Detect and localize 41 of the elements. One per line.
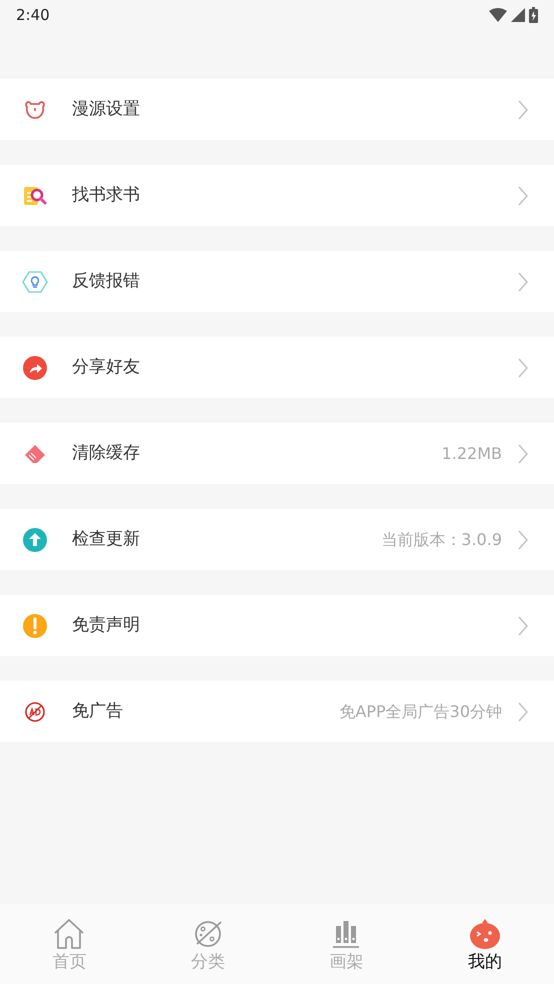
chevron-right-icon	[518, 530, 528, 550]
chevron-right-icon	[518, 444, 528, 464]
chevron-right-icon	[518, 272, 528, 292]
battery-icon	[529, 7, 538, 23]
row-label: 免广告	[72, 700, 123, 723]
chevron-right-icon	[518, 358, 528, 378]
row-label: 清除缓存	[72, 442, 140, 465]
chevron-right-icon	[518, 100, 528, 120]
row-label: 分享好友	[72, 356, 140, 379]
tab-label: 分类	[190, 951, 225, 974]
row-label: 漫源设置	[72, 98, 140, 121]
settings-row[interactable]: 找书求书	[0, 165, 554, 226]
settings-row[interactable]: 免广告 免APP全局广告30分钟	[0, 681, 554, 742]
signal-icon	[511, 8, 525, 22]
wifi-icon	[489, 8, 507, 22]
share-icon	[22, 354, 48, 380]
chevron-right-icon	[518, 186, 528, 206]
tab-label: 首页	[52, 951, 86, 974]
chick-mascot-icon	[468, 918, 502, 950]
settings-row[interactable]: 检查更新 当前版本：3.0.9	[0, 509, 554, 570]
home-icon	[52, 918, 86, 950]
row-label: 检查更新	[72, 528, 140, 551]
row-value: 当前版本：3.0.9	[381, 528, 502, 550]
settings-row[interactable]: 清除缓存 1.22MB	[0, 423, 554, 484]
exclamation-icon	[22, 612, 48, 638]
chevron-right-icon	[518, 616, 528, 636]
row-label: 找书求书	[72, 184, 140, 207]
settings-row[interactable]: 漫源设置	[0, 79, 554, 140]
lightbulb-icon	[22, 268, 48, 294]
settings-row[interactable]: 反馈报错	[0, 251, 554, 312]
tab-label: 我的	[468, 951, 502, 974]
row-value: 1.22MB	[442, 442, 502, 464]
tab-label: 画架	[329, 951, 364, 974]
nav-tab[interactable]: 我的	[416, 918, 554, 984]
status-time: 2:40	[16, 4, 50, 26]
settings-row[interactable]: 免责声明	[0, 595, 554, 656]
row-label: 免责声明	[72, 614, 140, 637]
chevron-right-icon	[518, 702, 528, 722]
row-value: 免APP全局广告30分钟	[339, 700, 502, 722]
settings-row[interactable]: 分享好友	[0, 337, 554, 398]
row-label: 反馈报错	[72, 270, 140, 293]
